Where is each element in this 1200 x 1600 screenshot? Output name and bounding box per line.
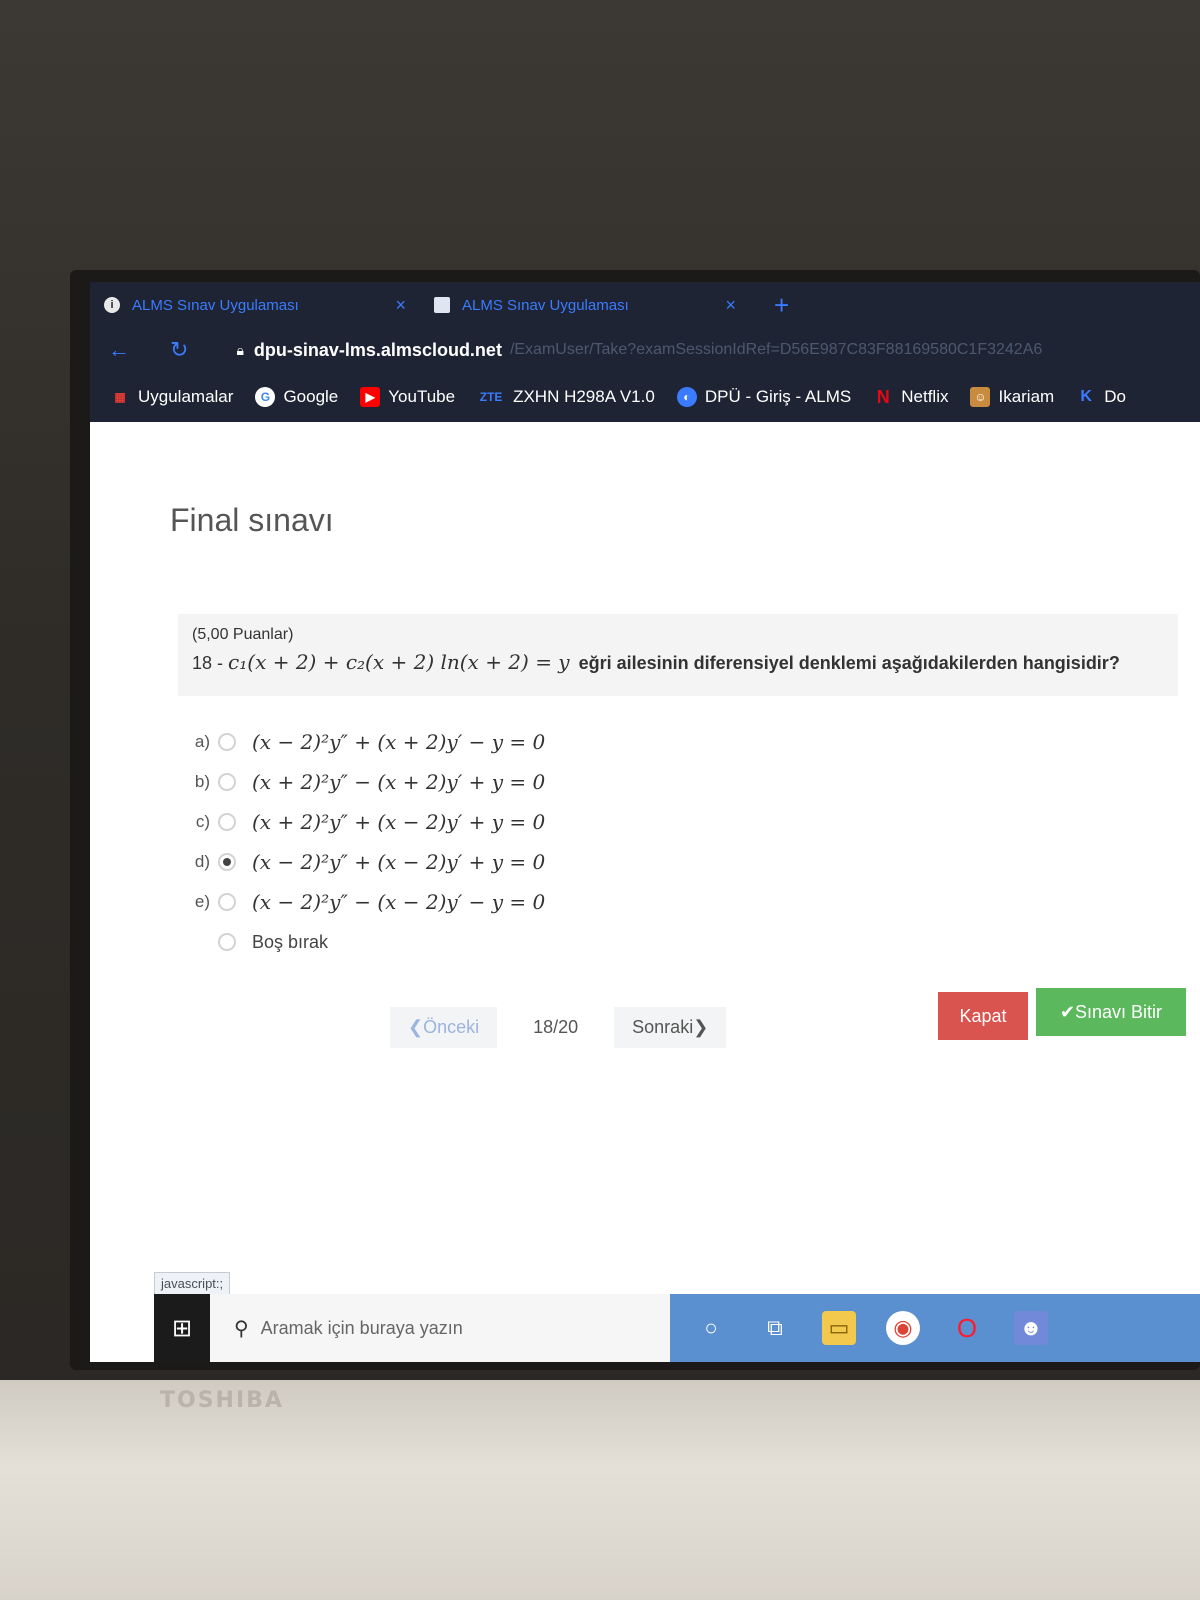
question-text: eğri ailesinin diferensiyel denklemi aşa… bbox=[578, 653, 1120, 673]
taskbar-search[interactable]: ⚲ Aramak için buraya yazın bbox=[210, 1294, 670, 1362]
question-points: (5,00 Puanlar) bbox=[192, 626, 294, 643]
option-b[interactable]: b) (x + 2)²y″ − (x + 2)y′ + y = 0 bbox=[182, 762, 545, 802]
bookmark-dpu[interactable]: ◐ DPÜ - Giriş - ALMS bbox=[676, 387, 852, 407]
finish-exam-button[interactable]: ✔Sınavı Bitir bbox=[1036, 988, 1186, 1036]
search-icon: ⚲ bbox=[234, 1317, 249, 1340]
screen: i ALMS Sınav Uygulaması × ALMS Sınav Uyg… bbox=[90, 282, 1200, 1362]
option-c[interactable]: c) (x + 2)²y″ + (x − 2)y′ + y = 0 bbox=[182, 802, 545, 842]
option-letter: d) bbox=[194, 852, 210, 871]
next-button[interactable]: Sonraki❯ bbox=[614, 1007, 727, 1048]
option-a[interactable]: a) (x − 2)²y″ + (x + 2)y′ − y = 0 bbox=[182, 722, 545, 762]
bookmark-label: Ikariam bbox=[998, 387, 1055, 406]
option-radio-selected[interactable] bbox=[218, 853, 236, 871]
option-expression: (x − 2)²y″ − (x − 2)y′ − y = 0 bbox=[252, 890, 546, 914]
device-brand-logo: TOSHIBA bbox=[160, 1388, 284, 1413]
option-letter: c) bbox=[195, 812, 210, 831]
option-letter: e) bbox=[194, 892, 210, 911]
skip-label: Boş bırak bbox=[252, 931, 329, 952]
option-letter: b) bbox=[194, 772, 210, 791]
alms-icon: ◐ bbox=[676, 387, 697, 407]
search-placeholder: Aramak için buraya yazın bbox=[260, 1317, 463, 1338]
option-e[interactable]: e) (x − 2)²y″ − (x − 2)y′ − y = 0 bbox=[182, 882, 545, 922]
reload-icon[interactable]: ↻ bbox=[170, 337, 188, 363]
windows-taskbar: ⊞ ⚲ Aramak için buraya yazın ○ ⧉ ▭ ◉ O ☻ bbox=[154, 1294, 1200, 1362]
bookmark-netflix[interactable]: N Netflix bbox=[873, 386, 949, 407]
discord-icon[interactable]: ☻ bbox=[1014, 1311, 1048, 1345]
option-d[interactable]: d) (x − 2)²y″ + (x − 2)y′ + y = 0 bbox=[182, 842, 545, 882]
tab-label: ALMS Sınav Uygulaması bbox=[462, 296, 629, 314]
option-radio[interactable] bbox=[218, 933, 236, 951]
url-path[interactable]: /ExamUser/Take?examSessionIdRef=D56E987C… bbox=[510, 341, 1042, 359]
bookmark-label: Netflix bbox=[901, 387, 949, 406]
bookmark-ikariam[interactable]: ☺ Ikariam bbox=[970, 387, 1054, 407]
option-radio[interactable] bbox=[218, 733, 236, 751]
page-counter: 18/20 bbox=[533, 1017, 579, 1037]
lock-icon: 🔒︎ bbox=[236, 341, 244, 358]
option-expression: (x + 2)²y″ + (x − 2)y′ + y = 0 bbox=[252, 810, 546, 834]
back-arrow-icon[interactable]: ← bbox=[108, 337, 130, 363]
answer-options: a) (x − 2)²y″ + (x + 2)y′ − y = 0 b) (x … bbox=[182, 722, 545, 962]
tab-bar: i ALMS Sınav Uygulaması × ALMS Sınav Uyg… bbox=[90, 282, 1200, 328]
laptop-base bbox=[0, 1380, 1200, 1600]
chrome-icon[interactable]: ◉ bbox=[886, 1311, 920, 1345]
option-radio[interactable] bbox=[218, 893, 236, 911]
close-tab-icon[interactable]: × bbox=[725, 295, 736, 316]
question-pager: ❮Önceki 18/20 Sonraki❯ bbox=[390, 1007, 727, 1048]
page-title: Final sınavı bbox=[170, 502, 334, 538]
task-view-icon[interactable]: ⧉ bbox=[758, 1311, 792, 1345]
close-tab-icon[interactable]: × bbox=[395, 295, 406, 316]
tab-label: ALMS Sınav Uygulaması bbox=[132, 296, 299, 314]
option-expression: (x + 2)²y″ − (x + 2)y′ + y = 0 bbox=[252, 770, 546, 794]
question-number: 18 - bbox=[192, 653, 224, 673]
bookmark-label: Uygulamalar bbox=[138, 387, 234, 406]
bookmark-label: YouTube bbox=[388, 387, 456, 406]
youtube-icon: ▶ bbox=[360, 387, 381, 407]
ikariam-icon: ☺ bbox=[970, 387, 991, 407]
cortana-icon[interactable]: ○ bbox=[694, 1311, 728, 1345]
bookmark-label: Google bbox=[283, 387, 339, 406]
document-icon bbox=[434, 297, 450, 313]
k-icon: K bbox=[1080, 388, 1092, 405]
bookmark-label: ZXHN H298A V1.0 bbox=[513, 387, 655, 406]
file-explorer-icon[interactable]: ▭ bbox=[822, 1311, 856, 1345]
option-expression: (x − 2)²y″ + (x + 2)y′ − y = 0 bbox=[252, 730, 546, 754]
bookmarks-bar: ▦ Uygulamalar G Google ▶ YouTube ZTE ZXH… bbox=[90, 372, 1200, 422]
browser-tab-2[interactable]: ALMS Sınav Uygulaması × bbox=[420, 288, 750, 322]
url-host[interactable]: dpu-sinav-lms.almscloud.net bbox=[254, 340, 502, 361]
opera-icon[interactable]: O bbox=[950, 1311, 984, 1345]
google-icon: G bbox=[255, 387, 276, 407]
bookmark-uygulamalar[interactable]: ▦ Uygulamalar bbox=[110, 387, 233, 407]
question-box: (5,00 Puanlar) 18 - c₁(x + 2) + c₂(x + 2… bbox=[178, 614, 1178, 696]
exam-page: Final sınavı (5,00 Puanlar) 18 - c₁(x + … bbox=[90, 422, 1200, 1262]
bookmark-zxhn[interactable]: ZTE ZXHN H298A V1.0 bbox=[477, 387, 655, 407]
bookmark-do[interactable]: K Do bbox=[1076, 387, 1126, 407]
new-tab-button[interactable]: + bbox=[774, 290, 789, 321]
bookmark-youtube[interactable]: ▶ YouTube bbox=[360, 387, 455, 407]
bookmark-google[interactable]: G Google bbox=[255, 387, 338, 407]
windows-start-icon[interactable]: ⊞ bbox=[154, 1294, 210, 1362]
previous-button[interactable]: ❮Önceki bbox=[390, 1007, 498, 1048]
bookmark-label: DPÜ - Giriş - ALMS bbox=[704, 387, 852, 406]
close-button[interactable]: Kapat bbox=[938, 992, 1028, 1040]
address-bar: ← ↻ 🔒︎ dpu-sinav-lms.almscloud.net /Exam… bbox=[90, 328, 1200, 372]
zte-icon: ZTE bbox=[479, 390, 503, 404]
status-bar: javascript:; bbox=[154, 1272, 231, 1295]
info-icon: i bbox=[104, 297, 120, 313]
browser-tab-1[interactable]: i ALMS Sınav Uygulaması × bbox=[90, 288, 420, 322]
question-formula: c₁(x + 2) + c₂(x + 2) ln(x + 2) = y bbox=[228, 650, 570, 674]
question-line: 18 - c₁(x + 2) + c₂(x + 2) ln(x + 2) = y… bbox=[192, 650, 1164, 674]
netflix-icon: N bbox=[876, 386, 890, 407]
taskbar-apps: ○ ⧉ ▭ ◉ O ☻ bbox=[670, 1294, 1200, 1362]
option-skip[interactable]: Boş bırak bbox=[182, 922, 545, 962]
option-expression: (x − 2)²y″ + (x − 2)y′ + y = 0 bbox=[252, 850, 546, 874]
bookmark-label: Do bbox=[1104, 387, 1126, 406]
apps-grid-icon: ▦ bbox=[114, 390, 126, 404]
option-letter: a) bbox=[194, 732, 210, 751]
option-radio[interactable] bbox=[218, 813, 236, 831]
option-radio[interactable] bbox=[218, 773, 236, 791]
